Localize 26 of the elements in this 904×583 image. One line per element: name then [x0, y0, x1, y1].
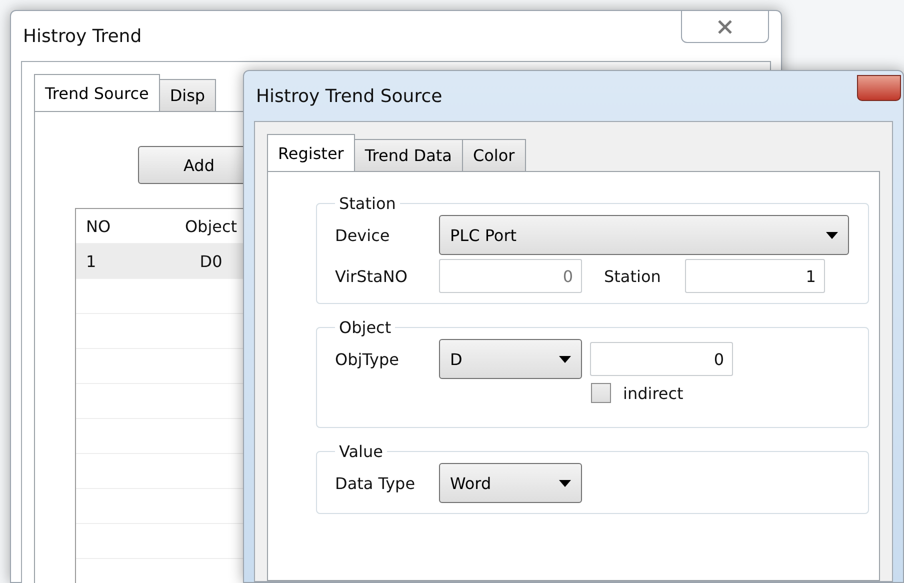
input-field[interactable]: 0: [590, 342, 733, 376]
group-label: Value: [338, 442, 384, 461]
input-field[interactable]: 0: [439, 259, 582, 293]
field-label: Data Type: [335, 474, 416, 492]
tab[interactable]: Trend Source: [34, 74, 160, 112]
tab[interactable]: Disp: [158, 79, 216, 112]
checkbox-label: indirect: [623, 384, 684, 402]
tab[interactable]: Color: [462, 139, 526, 172]
tab[interactable]: Trend Data: [354, 139, 463, 172]
table-cell-text: 1: [85, 252, 98, 270]
object-type-dropdown[interactable]: D: [439, 339, 582, 379]
tab[interactable]: Register: [267, 134, 355, 172]
window-title: Histroy Trend: [23, 26, 142, 46]
field-label: Device: [335, 226, 391, 244]
field-label: ObjType: [335, 350, 400, 368]
column-header: NO: [85, 216, 112, 236]
table-cell-text: D0: [198, 252, 224, 270]
data-type-dropdown[interactable]: Word: [439, 463, 582, 503]
field-label: Station: [604, 266, 661, 286]
input-field[interactable]: 1: [684, 259, 825, 293]
device-dropdown[interactable]: PLC Port: [439, 215, 849, 255]
group-label: Object: [338, 318, 392, 337]
group-label: Station: [338, 194, 397, 213]
dialog-title: Histroy Trend Source: [256, 86, 442, 106]
column-header: Object: [184, 216, 238, 236]
field-label: VirStaNO: [335, 266, 408, 286]
